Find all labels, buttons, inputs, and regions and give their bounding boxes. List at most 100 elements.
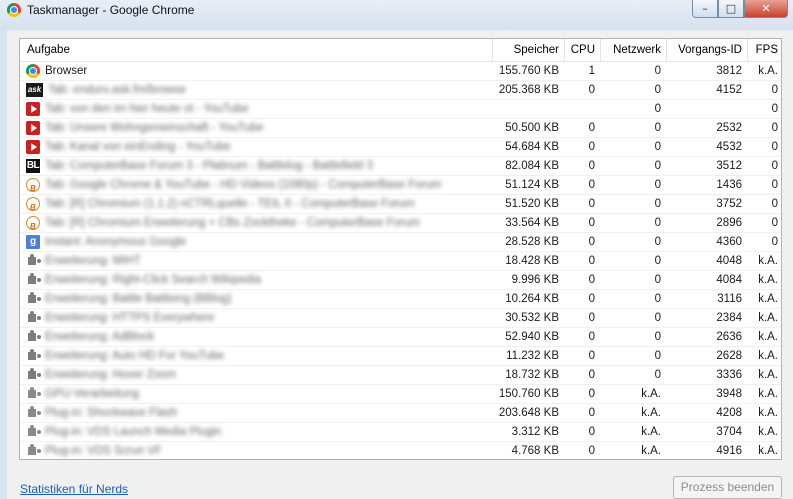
table-row[interactable]: BL Tab: ComputerBase Forum 3 - Platinum -… [20,157,781,176]
table-row[interactable]: GPU-Verarbeitung 150.760 KB 0 k.A. 3948 k.A. [20,385,781,404]
memory-cell: 54.684 KB [505,141,559,153]
column-header-network[interactable]: Netzwerk [600,39,666,61]
table-row[interactable]: Tab: von den im hier heute ot - YouTube 0… [20,100,781,119]
task-name: Erweiterung: HTTPS Everywhere [45,312,215,324]
network-cell: 0 [654,141,661,153]
cpu-cell: 0 [588,293,595,305]
table-row[interactable]: Tab: Unsere Wohngemeinschaft - YouTube 50… [20,119,781,138]
memory-cell: 4.768 KB [511,445,559,457]
network-cell: 0 [654,331,661,343]
process-id-cell [666,100,747,118]
extension-icon [26,254,40,268]
network-cell: 0 [654,255,661,267]
table-row[interactable]: Tab: Google Chrome & YouTube - HD Videos… [20,176,781,195]
network-cell: 0 [654,84,661,96]
column-header-cpu[interactable]: CPU [564,39,600,61]
memory-cell [492,100,564,118]
table-row[interactable]: Plug-in: VDS Scrun VF 4.768 KB 0 k.A. 4916 k.… [20,442,781,459]
table-row[interactable]: Erweiterung: Hover Zoom 18.732 KB 0 0 3336 k.… [20,366,781,385]
cpu-cell: 0 [588,122,595,134]
process-id-cell: 4916 [716,445,742,457]
table-row[interactable]: ask Tab: enduro.ask.fm/browse 205.368 KB 0 0… [20,81,781,100]
task-cell: GPU-Verarbeitung [20,385,492,403]
cpu-cell: 0 [588,236,595,248]
youtube-icon [26,140,40,154]
table-row[interactable]: Erweiterung: MIHT 18.428 KB 0 0 4048 k.A. [20,252,781,271]
close-button[interactable]: ✕ [744,0,788,18]
task-name: Tab: ComputerBase Forum 3 - Platinum - B… [45,160,373,172]
table-row[interactable]: Erweiterung: Battle Battleing (BBlog) 10.… [20,290,781,309]
task-name: Erweiterung: Right-Click Search Wikipedi… [45,274,262,286]
table-row[interactable]: Tab: [R] Chromium (1.1.2) nCTRLquelle - … [20,195,781,214]
fps-cell: k.A. [758,293,778,305]
process-id-cell: 4084 [716,274,742,286]
fps-cell: k.A. [758,312,778,324]
plugin-icon [26,425,40,439]
process-id-cell: 2532 [716,122,742,134]
memory-cell: 82.084 KB [505,160,559,172]
column-header-process-id[interactable]: Vorgangs-ID [666,39,747,61]
column-header-memory[interactable]: Speicher [492,39,564,61]
fps-cell: k.A. [758,274,778,286]
table-row[interactable]: Browser 155.760 KB 1 0 3812 k.A. [20,62,781,81]
task-manager-panel: Aufgabe Speicher CPU Netzwerk Vorgangs-I… [7,30,793,499]
computerbase-icon [26,178,40,194]
task-cell: Tab: Kanal von einEnding - YouTube [20,138,492,156]
task-cell: Erweiterung: Auto HD For YouTube [20,347,492,365]
column-header-task[interactable]: Aufgabe [20,39,492,61]
table-row[interactable]: Erweiterung: Right-Click Search Wikipedi… [20,271,781,290]
process-id-cell: 3752 [716,198,742,210]
stats-for-nerds-link[interactable]: Statistiken für Nerds [20,482,128,496]
network-cell: 0 [654,122,661,134]
network-cell: 0 [654,312,661,324]
task-name: Plug-in: VDS Launch Media Plugin [45,426,222,438]
fps-cell: k.A. [758,331,778,343]
fps-cell: 0 [771,198,778,210]
fps-cell: k.A. [758,426,778,438]
table-row[interactable]: Plug-in: Shockwave Flash 203.648 KB 0 k.A. 4… [20,404,781,423]
task-name: GPU-Verarbeitung [45,388,139,400]
end-process-button[interactable]: Prozess beenden [673,476,782,499]
table-row[interactable]: Erweiterung: HTTPS Everywhere 30.532 KB 0 0… [20,309,781,328]
maximize-button[interactable]: □ [718,0,744,18]
cpu-cell: 0 [588,179,595,191]
cpu-cell: 1 [588,65,595,77]
title-bar: Taskmanager - Google Chrome – □ ✕ [0,0,793,30]
table-row[interactable]: Erweiterung: AdBlock 52.940 KB 0 0 2636 k.A. [20,328,781,347]
fps-cell: 0 [771,103,778,115]
task-name: Erweiterung: Auto HD For YouTube [45,350,225,362]
cpu-cell: 0 [588,141,595,153]
cpu-cell: 0 [588,198,595,210]
cpu-cell: 0 [588,312,595,324]
cpu-cell: 0 [588,160,595,172]
cpu-cell: 0 [588,274,595,286]
fps-cell: k.A. [758,445,778,457]
table-row[interactable]: Erweiterung: Auto HD For YouTube 11.232 K… [20,347,781,366]
table-row[interactable]: Tab: Kanal von einEnding - YouTube 54.684… [20,138,781,157]
task-name: Tab: [R] Chromium Erweiterung + CBs Zock… [45,217,420,229]
fps-cell: 0 [771,236,778,248]
process-id-cell: 4152 [716,84,742,96]
network-cell: 0 [654,179,661,191]
table-row[interactable]: Plug-in: VDS Launch Media Plugin 3.312 KB… [20,423,781,442]
task-cell: Plug-in: VDS Scrun VF [20,442,492,459]
cpu-cell: 0 [588,407,595,419]
task-cell: Plug-in: VDS Launch Media Plugin [20,423,492,441]
minimize-button[interactable]: – [692,0,718,18]
ask-icon: ask [26,83,43,97]
plugin-icon [26,387,40,401]
column-header-fps[interactable]: FPS [747,39,781,61]
task-name: Tab: Google Chrome & YouTube - HD Videos… [45,179,442,191]
process-id-cell: 4360 [716,236,742,248]
fps-cell: k.A. [758,369,778,381]
fps-cell: k.A. [758,255,778,267]
task-cell: Tab: [R] Chromium Erweiterung + CBs Zock… [20,214,492,232]
table-row[interactable]: g Instant: Anonymous Google 28.528 KB 0 0 436… [20,233,781,252]
task-cell: Erweiterung: Battle Battleing (BBlog) [20,290,492,308]
table-body: Browser 155.760 KB 1 0 3812 k.A. ask Tab: endur… [20,62,781,459]
table-row[interactable]: Tab: [R] Chromium Erweiterung + CBs Zock… [20,214,781,233]
process-id-cell: 3948 [716,388,742,400]
window-controls: – □ ✕ [692,0,788,18]
process-id-cell: 4532 [716,141,742,153]
cpu-cell: 0 [588,350,595,362]
